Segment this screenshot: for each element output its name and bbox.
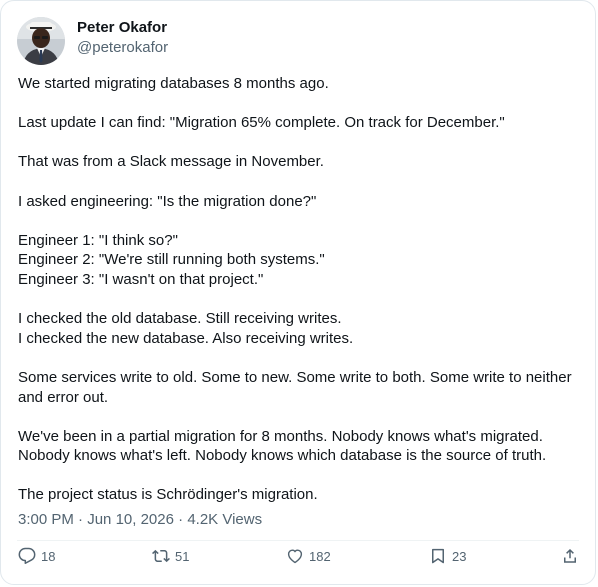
- avatar[interactable]: [17, 17, 65, 65]
- retweet-button[interactable]: 51: [152, 547, 189, 565]
- reply-button[interactable]: 18: [18, 547, 55, 565]
- post-header: Peter Okafor @peterokafor: [17, 17, 168, 65]
- action-bar: 18 51 182 23: [18, 544, 579, 568]
- author-display-name[interactable]: Peter Okafor: [77, 18, 168, 38]
- author-names: Peter Okafor @peterokafor: [77, 18, 168, 58]
- post-time[interactable]: 3:00 PM: [18, 511, 74, 528]
- bookmark-button[interactable]: 23: [429, 547, 466, 565]
- post-paragraph: Some services write to old. Some to new.…: [18, 368, 572, 406]
- post-paragraph: Last update I can find: "Migration 65% c…: [18, 114, 505, 132]
- like-count: 182: [309, 548, 331, 564]
- post-paragraph: We've been in a partial migration for 8 …: [18, 427, 547, 465]
- bookmark-icon: [432, 548, 444, 564]
- heart-icon: [287, 549, 303, 564]
- author-handle[interactable]: @peterokafor: [77, 38, 168, 58]
- like-button[interactable]: 182: [286, 547, 331, 565]
- post-meta: 3:00 PM · Jun 10, 2026 · 4.2K Views: [18, 510, 262, 530]
- share-upload-icon: [564, 548, 576, 563]
- post-paragraph: I checked the old database. Still receiv…: [18, 310, 354, 347]
- actions-divider: [17, 540, 579, 541]
- retweet-count: 51: [175, 548, 190, 564]
- post-paragraph: That was from a Slack message in Novembe…: [18, 153, 324, 171]
- post-paragraph: We started migrating databases 8 months …: [18, 75, 329, 92]
- share-button[interactable]: [561, 547, 579, 565]
- retweet-arrows-icon: [152, 549, 170, 563]
- bookmark-count: 23: [452, 548, 467, 564]
- post-paragraph: The project status is Schrödinger's migr…: [18, 486, 318, 504]
- meta-separator: ·: [78, 511, 84, 528]
- meta-separator: ·: [178, 511, 184, 528]
- reply-count: 18: [41, 548, 56, 564]
- post-paragraph: I asked engineering: "Is the migration d…: [18, 192, 317, 210]
- speech-bubble-icon: [18, 547, 36, 565]
- avatar-photo: [17, 17, 65, 65]
- post-card: Peter Okafor @peterokafor We started mig…: [0, 0, 596, 585]
- post-paragraph: Engineer 1: "I think so?" Engineer 2: "W…: [18, 231, 325, 288]
- post-date[interactable]: Jun 10, 2026: [87, 511, 174, 528]
- post-body: We started migrating databases 8 months …: [18, 74, 584, 505]
- post-views[interactable]: 4.2K Views: [187, 511, 262, 528]
